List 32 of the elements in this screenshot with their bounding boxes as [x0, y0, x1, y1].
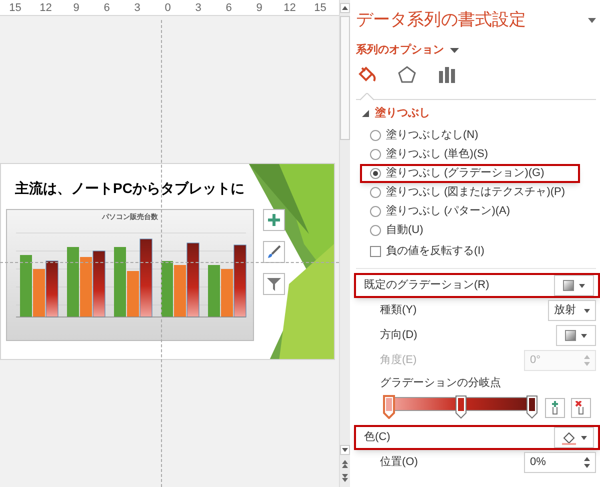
series-options-menu[interactable]: 系列のオプション	[356, 42, 444, 58]
radio-label[interactable]: 塗りつぶし (図またはテクスチャ)(P)	[386, 184, 566, 201]
radio-label[interactable]: 塗りつぶし (グラデーション)(G)	[386, 165, 544, 182]
radio-label[interactable]: 塗りつぶしなし(N)	[386, 127, 478, 144]
field-label: 既定のグラデーション(R)	[364, 278, 490, 294]
spin-field: 0°	[524, 350, 596, 371]
ruler-number: 0	[164, 1, 172, 15]
radio-label[interactable]: 塗りつぶし (パターン)(A)	[386, 203, 510, 220]
field-label: 方向(D)	[380, 328, 418, 344]
ruler-number: 3	[194, 1, 202, 15]
section-header[interactable]: 塗りつぶし	[375, 104, 430, 122]
field-label: 色(C)	[364, 430, 390, 446]
stops-label: グラデーションの分岐点	[379, 376, 502, 391]
ruler-number: 3	[133, 1, 142, 15]
field-label: 位置(O)	[380, 455, 418, 470]
radio-label[interactable]: 自動(U)	[386, 222, 424, 239]
radio-label[interactable]: 塗りつぶし (単色)(S)	[386, 146, 488, 163]
ruler-number: 15	[313, 1, 328, 15]
pane-title: データ系列の書式設定	[356, 9, 526, 32]
ruler-number: 12	[282, 1, 297, 15]
field-label: 角度(E)	[380, 352, 417, 368]
ruler-number: 6	[224, 1, 233, 15]
slide-title: 主流は、ノートPCからタブレットに	[15, 179, 244, 198]
ruler-number: 9	[255, 1, 264, 15]
field-label: 種類(Y)	[380, 303, 417, 318]
ruler-number: 12	[38, 1, 53, 15]
ruler-number: 9	[72, 1, 80, 15]
spin-field[interactable]: 0%	[524, 452, 596, 473]
ruler-number: 6	[102, 1, 111, 15]
ruler-number: 15	[8, 1, 22, 15]
type-dropdown[interactable]: 放射	[548, 300, 596, 321]
checkbox-label[interactable]: 負の値を反転する(I)	[386, 242, 484, 260]
